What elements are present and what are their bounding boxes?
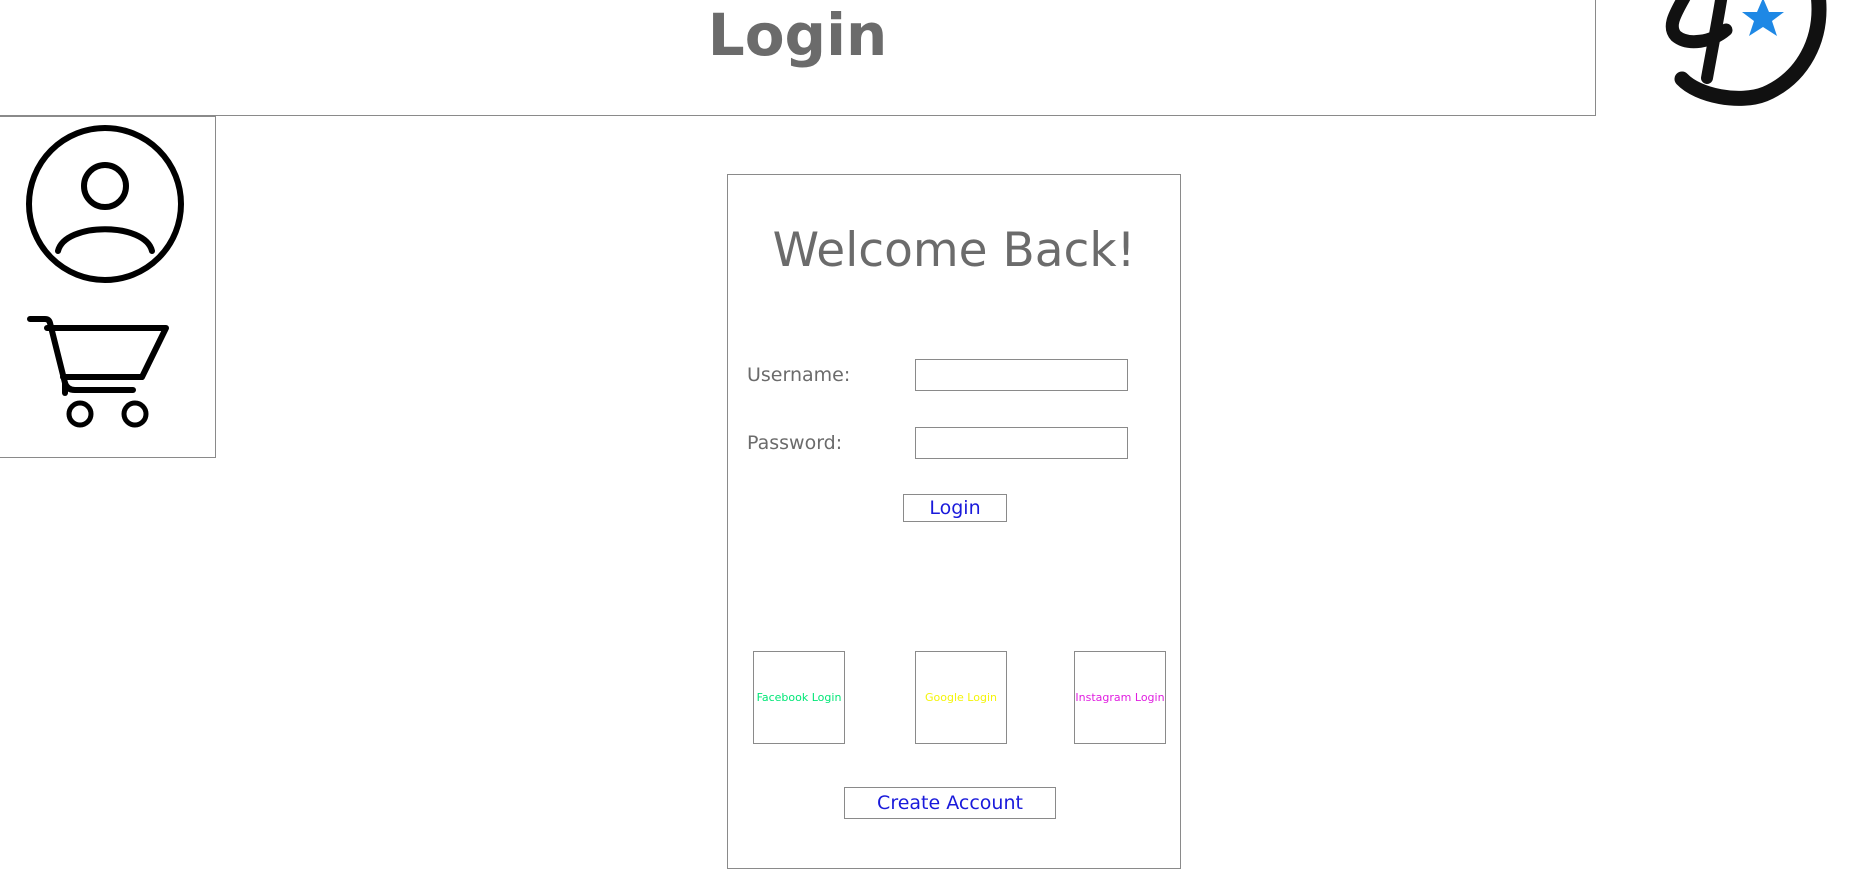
- sidebar: [0, 116, 216, 458]
- brand-logo-icon: [1665, 0, 1827, 106]
- login-button[interactable]: Login: [903, 494, 1007, 522]
- google-login-button[interactable]: Google Login: [915, 651, 1007, 744]
- password-input[interactable]: [915, 427, 1128, 459]
- instagram-login-button[interactable]: Instagram Login: [1074, 651, 1166, 744]
- page-header: Login: [0, 0, 1596, 116]
- brand-logo[interactable]: [1580, 0, 1875, 190]
- welcome-heading: Welcome Back!: [772, 223, 1136, 278]
- username-input[interactable]: [915, 359, 1128, 391]
- facebook-login-button[interactable]: Facebook Login: [753, 651, 845, 744]
- username-label: Username:: [747, 364, 851, 386]
- page-title: Login: [707, 1, 888, 69]
- password-label: Password:: [747, 432, 843, 454]
- create-account-button[interactable]: Create Account: [844, 787, 1056, 819]
- login-card: Welcome Back! Username: Password: Login …: [727, 174, 1181, 869]
- shopping-cart-icon[interactable]: [25, 313, 170, 433]
- user-circle-icon[interactable]: [25, 124, 185, 284]
